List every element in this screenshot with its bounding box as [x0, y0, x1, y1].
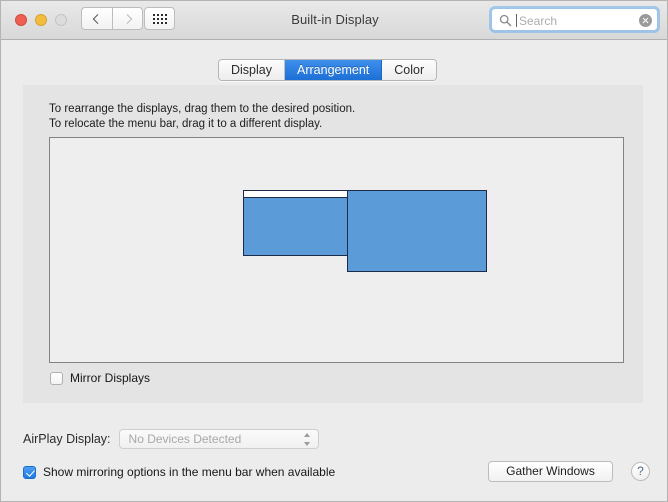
airplay-display-label: AirPlay Display:: [23, 432, 111, 446]
airplay-display-row: AirPlay Display: No Devices Detected: [23, 429, 319, 449]
search-icon: [499, 14, 512, 27]
mirror-displays-label: Mirror Displays: [70, 371, 151, 385]
instructions-text: To rearrange the displays, drag them to …: [49, 102, 355, 132]
show-mirroring-label: Show mirroring options in the menu bar w…: [43, 465, 336, 479]
tab-bar: Display Arrangement Color: [218, 59, 438, 81]
mirror-displays-checkbox[interactable]: Mirror Displays: [50, 371, 150, 385]
clear-icon[interactable]: [639, 14, 652, 27]
search-field[interactable]: [491, 8, 658, 32]
window-titlebar: Built-in Display: [1, 1, 667, 40]
instruction-line-1: To rearrange the displays, drag them to …: [49, 103, 356, 115]
help-button[interactable]: ?: [631, 462, 650, 481]
tab-color[interactable]: Color: [382, 60, 437, 80]
gather-windows-button[interactable]: Gather Windows: [488, 461, 613, 482]
secondary-display[interactable]: [347, 190, 487, 272]
display-preferences-window: Built-in Display Display Arrangement Col…: [0, 0, 668, 502]
chevron-updown-icon: [303, 433, 311, 446]
display-arrangement-canvas[interactable]: [49, 137, 624, 363]
tab-display[interactable]: Display: [219, 60, 285, 80]
mirror-displays-checkbox-box[interactable]: [50, 371, 63, 385]
show-mirroring-checkbox-box[interactable]: [23, 465, 36, 479]
airplay-display-value: No Devices Detected: [128, 432, 242, 446]
menu-bar-strip[interactable]: [244, 191, 348, 198]
show-mirroring-checkbox[interactable]: Show mirroring options in the menu bar w…: [23, 465, 335, 479]
arrangement-panel: To rearrange the displays, drag them to …: [23, 85, 643, 403]
airplay-display-select[interactable]: No Devices Detected: [118, 429, 319, 449]
tab-arrangement[interactable]: Arrangement: [285, 60, 383, 80]
search-input[interactable]: [517, 9, 631, 32]
primary-display[interactable]: [243, 190, 349, 256]
instruction-line-2: To relocate the menu bar, drag it to a d…: [49, 118, 323, 130]
